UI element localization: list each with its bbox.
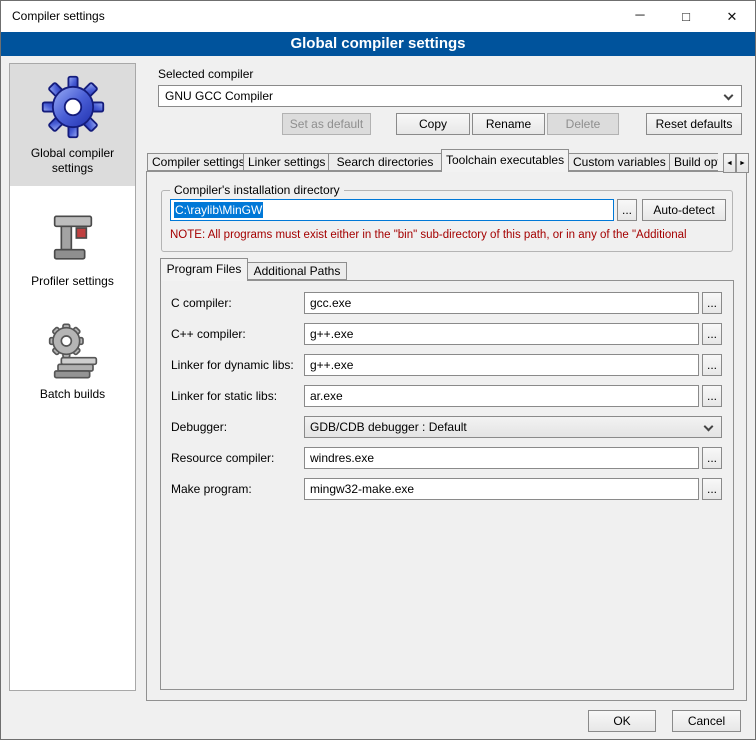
dynamic-linker-input[interactable]: g++.exe — [304, 354, 699, 376]
resource-compiler-browse-button[interactable]: ... — [702, 447, 722, 469]
tab-linker-settings[interactable]: Linker settings — [243, 153, 329, 171]
directory-note: NOTE: All programs must exist either in … — [170, 229, 731, 241]
close-button[interactable]: ✕ — [709, 1, 755, 32]
sidebar-item-label: Profiler settings — [14, 274, 131, 289]
dynamic-linker-row: Linker for dynamic libs: g++.exe ... — [171, 354, 722, 376]
c-compiler-row: C compiler: gcc.exe ... — [171, 292, 722, 314]
arrow-right-icon: ► — [739, 160, 746, 167]
settings-tabstrip: Compiler settings Linker settings Search… — [147, 149, 718, 172]
tab-compiler-settings[interactable]: Compiler settings — [147, 153, 244, 171]
window-title: Compiler settings — [12, 9, 105, 23]
maximize-button[interactable]: □ — [663, 1, 709, 32]
make-program-browse-button[interactable]: ... — [702, 478, 722, 500]
dynamic-linker-label: Linker for dynamic libs: — [171, 358, 304, 372]
directory-browse-button[interactable]: ... — [617, 199, 637, 221]
tab-toolchain-executables[interactable]: Toolchain executables — [441, 149, 569, 172]
toolchain-panel: Compiler's installation directory C:\ray… — [146, 171, 747, 701]
cpp-compiler-row: C++ compiler: g++.exe ... — [171, 323, 722, 345]
c-compiler-label: C compiler: — [171, 296, 304, 310]
minimize-icon: ─ — [635, 7, 644, 22]
profiler-icon — [43, 208, 103, 268]
program-files-panel: C compiler: gcc.exe ... C++ compiler: g+… — [160, 280, 734, 690]
make-program-label: Make program: — [171, 482, 304, 496]
tab-search-directories[interactable]: Search directories — [328, 153, 442, 171]
debugger-row: Debugger: GDB/CDB debugger : Default — [171, 416, 722, 438]
sidebar-item-label: Batch builds — [14, 387, 131, 402]
resource-compiler-label: Resource compiler: — [171, 451, 304, 465]
tab-build-options[interactable]: Build options — [669, 153, 718, 171]
auto-detect-button[interactable]: Auto-detect — [642, 199, 726, 221]
minimize-button[interactable]: ─ — [617, 1, 663, 32]
installation-directory-value: C:\raylib\MinGW — [174, 202, 263, 218]
sidebar-item-profiler-settings[interactable]: Profiler settings — [10, 198, 135, 299]
make-program-input[interactable]: mingw32-make.exe — [304, 478, 699, 500]
chevron-down-icon — [704, 422, 714, 432]
titlebar[interactable]: Compiler settings ─ □ ✕ — [1, 1, 755, 32]
compiler-settings-dialog: Compiler settings ─ □ ✕ Global compiler … — [0, 0, 756, 740]
make-program-row: Make program: mingw32-make.exe ... — [171, 478, 722, 500]
sidebar-item-batch-builds[interactable]: Batch builds — [10, 311, 135, 412]
reset-defaults-button[interactable]: Reset defaults — [646, 113, 742, 135]
resource-compiler-row: Resource compiler: windres.exe ... — [171, 447, 722, 469]
delete-button[interactable]: Delete — [547, 113, 619, 135]
installation-directory-group: Compiler's installation directory C:\ray… — [161, 190, 733, 252]
main-content: Selected compiler GNU GCC Compiler Set a… — [146, 63, 749, 702]
tab-additional-paths[interactable]: Additional Paths — [247, 262, 347, 280]
tab-custom-variables[interactable]: Custom variables — [568, 153, 670, 171]
debugger-value: GDB/CDB debugger : Default — [310, 420, 467, 434]
arrow-left-icon: ◄ — [726, 160, 733, 167]
tab-scroll-right-button[interactable]: ► — [736, 153, 749, 173]
static-linker-row: Linker for static libs: ar.exe ... — [171, 385, 722, 407]
selected-compiler-label: Selected compiler — [158, 67, 253, 81]
static-linker-input[interactable]: ar.exe — [304, 385, 699, 407]
cpp-compiler-input[interactable]: g++.exe — [304, 323, 699, 345]
static-linker-label: Linker for static libs: — [171, 389, 304, 403]
settings-sidebar: Global compiler settings Profiler settin… — [9, 63, 136, 691]
dynamic-linker-browse-button[interactable]: ... — [702, 354, 722, 376]
sidebar-item-label: Global compiler settings — [14, 146, 131, 176]
rename-button[interactable]: Rename — [472, 113, 545, 135]
tab-scroll-left-button[interactable]: ◄ — [723, 153, 736, 173]
static-linker-browse-button[interactable]: ... — [702, 385, 722, 407]
cpp-compiler-browse-button[interactable]: ... — [702, 323, 722, 345]
installation-directory-input[interactable]: C:\raylib\MinGW — [170, 199, 614, 221]
sidebar-item-global-compiler-settings[interactable]: Global compiler settings — [10, 64, 135, 186]
tab-program-files[interactable]: Program Files — [160, 258, 248, 281]
maximize-icon: □ — [682, 9, 690, 24]
programs-tabstrip: Program Files Additional Paths — [160, 258, 734, 281]
resource-compiler-input[interactable]: windres.exe — [304, 447, 699, 469]
copy-button[interactable]: Copy — [396, 113, 470, 135]
page-title: Global compiler settings — [1, 32, 755, 56]
chevron-down-icon — [724, 91, 734, 101]
window-controls: ─ □ ✕ — [617, 1, 755, 32]
c-compiler-browse-button[interactable]: ... — [702, 292, 722, 314]
close-icon: ✕ — [727, 9, 738, 25]
blue-gear-icon — [40, 74, 106, 140]
batch-builds-icon — [43, 321, 103, 381]
debugger-label: Debugger: — [171, 420, 304, 434]
cancel-button[interactable]: Cancel — [672, 710, 741, 732]
cpp-compiler-label: C++ compiler: — [171, 327, 304, 341]
set-as-default-button[interactable]: Set as default — [282, 113, 371, 135]
ok-button[interactable]: OK — [588, 710, 656, 732]
c-compiler-input[interactable]: gcc.exe — [304, 292, 699, 314]
selected-compiler-dropdown[interactable]: GNU GCC Compiler — [158, 85, 742, 107]
selected-compiler-value: GNU GCC Compiler — [165, 89, 273, 103]
debugger-dropdown[interactable]: GDB/CDB debugger : Default — [304, 416, 722, 438]
installation-directory-label: Compiler's installation directory — [170, 183, 344, 197]
